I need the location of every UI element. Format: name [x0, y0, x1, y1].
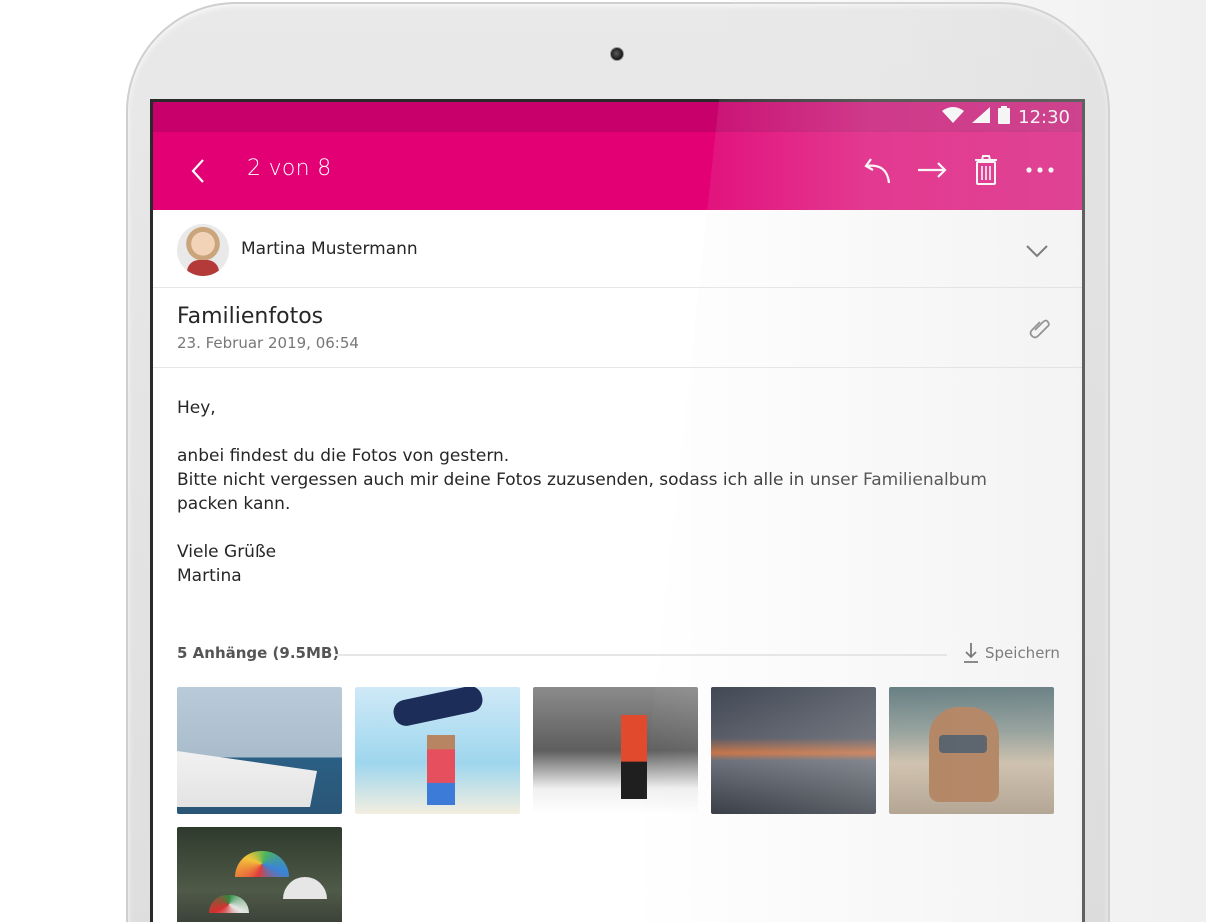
app-bar: 2 von 8 [153, 132, 1082, 210]
body-line-2: Bitte nicht vergessen auch mir deine Fot… [177, 470, 987, 514]
sender-row[interactable]: Martina Mustermann [153, 210, 1082, 288]
save-label: Speichern [985, 644, 1060, 662]
subject-row: Familienfotos 23. Februar 2019, 06:54 [153, 288, 1082, 368]
subject-date: 23. Februar 2019, 06:54 [177, 334, 359, 352]
attachment-thumbnail-wakeboard[interactable] [355, 687, 520, 814]
delete-button[interactable] [968, 150, 1004, 190]
cellular-signal-icon [972, 107, 991, 128]
forward-icon [918, 162, 947, 178]
body-line-1: anbei findest du die Fotos von gestern. [177, 446, 510, 466]
sender-name: Martina Mustermann [241, 239, 418, 259]
status-time: 12:30 [1018, 107, 1070, 128]
back-button[interactable] [181, 154, 215, 188]
chevron-left-icon [191, 159, 204, 183]
attachment-thumbnail-snow-hiker[interactable] [533, 687, 698, 814]
attachment-thumbnail-boat[interactable] [177, 687, 342, 814]
avatar [177, 224, 229, 276]
status-icons: 12:30 [942, 106, 1070, 129]
status-bar: 12:30 [153, 102, 1082, 132]
subject-title: Familienfotos [177, 304, 324, 329]
attachments-label: 5 Anhänge (9.5MB) [177, 644, 340, 662]
reply-button[interactable] [860, 150, 896, 190]
attachment-thumbnail-sunset[interactable] [711, 687, 876, 814]
save-button[interactable]: Speichern [963, 642, 1060, 664]
message-actions [860, 150, 1058, 190]
chevron-down-icon[interactable] [1022, 236, 1052, 266]
battery-icon [998, 106, 1011, 129]
reply-icon [864, 158, 891, 184]
attachment-thumbnail-dog[interactable] [889, 687, 1054, 814]
body-closing: Viele Grüße [177, 542, 277, 562]
divider [335, 654, 947, 656]
more-button[interactable] [1022, 150, 1058, 190]
forward-button[interactable] [914, 150, 950, 190]
download-icon [964, 643, 978, 663]
tablet-screen: 12:30 2 von 8 Martina Mustermann Familie… [150, 99, 1085, 922]
trash-icon [975, 155, 997, 185]
paperclip-icon [1029, 319, 1050, 339]
attachment-thumbnail-umbrellas[interactable] [177, 827, 342, 922]
body-greeting: Hey, [177, 398, 216, 418]
body-signature: Martina [177, 566, 242, 586]
message-counter: 2 von 8 [247, 156, 332, 181]
wifi-icon [942, 107, 965, 128]
attachments-header: 5 Anhänge (9.5MB) Speichern [177, 642, 1060, 666]
more-icon [1026, 167, 1054, 173]
message-body: Hey, anbei findest du die Fotos von gest… [177, 396, 1037, 588]
camera-icon [610, 47, 624, 61]
